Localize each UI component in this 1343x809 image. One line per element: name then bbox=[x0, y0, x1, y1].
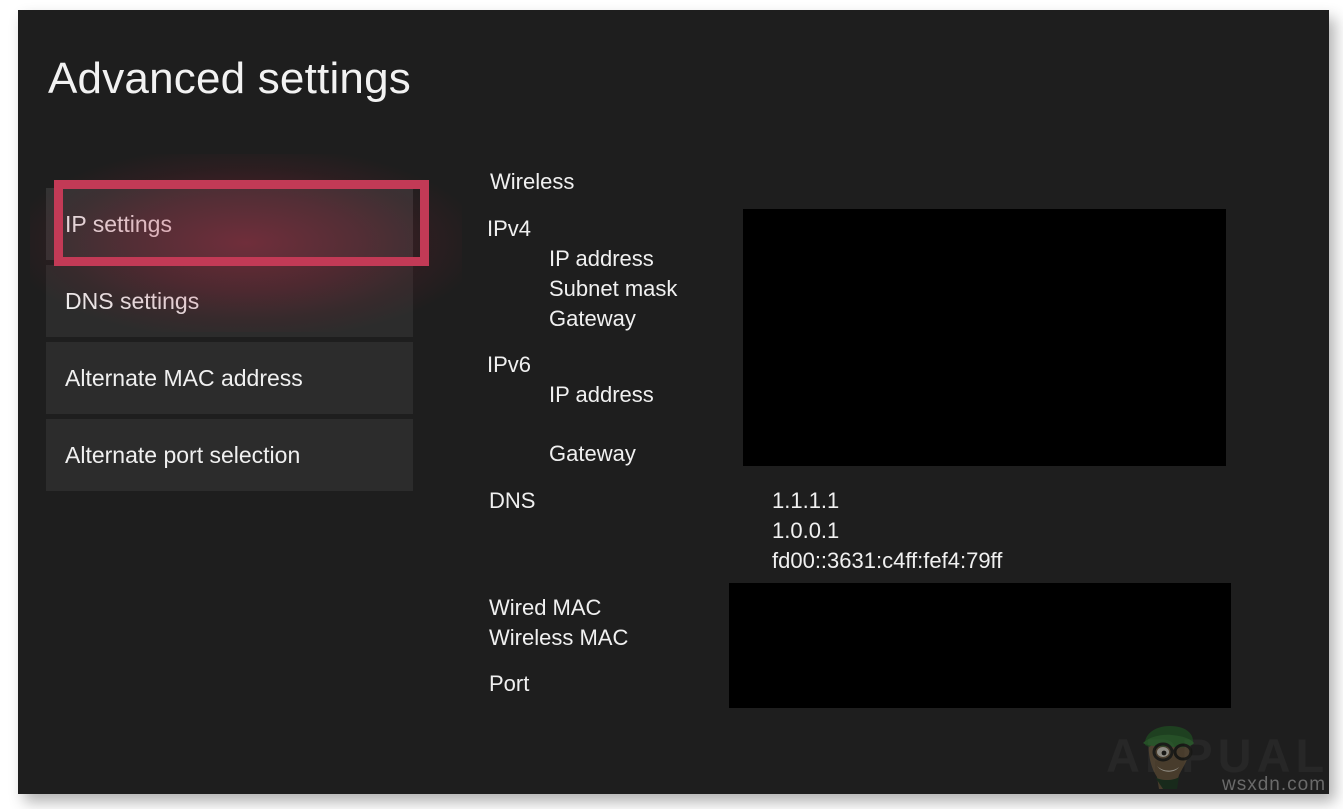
site-watermark: wsxdn.com bbox=[1222, 774, 1326, 794]
screenshot-root: Advanced settings IP settings DNS settin… bbox=[0, 0, 1343, 809]
sidebar-item-label: Alternate port selection bbox=[46, 442, 300, 469]
sidebar-item-label: Alternate MAC address bbox=[46, 365, 303, 392]
dns-server-2: 1.0.0.1 bbox=[772, 518, 839, 544]
sidebar-item-dns-settings[interactable]: DNS settings bbox=[46, 265, 413, 337]
ipv6-heading: IPv6 bbox=[487, 352, 531, 378]
settings-sidebar: IP settings DNS settings Alternate MAC a… bbox=[46, 188, 413, 496]
xbox-advanced-settings-screen: Advanced settings IP settings DNS settin… bbox=[18, 10, 1329, 794]
dns-server-1: 1.1.1.1 bbox=[772, 488, 839, 514]
sidebar-item-alternate-port-selection[interactable]: Alternate port selection bbox=[46, 419, 413, 491]
sidebar-item-alternate-mac-address[interactable]: Alternate MAC address bbox=[46, 342, 413, 414]
network-details-pane: Wireless IPv4 IP address Subnet mask Gat… bbox=[473, 10, 1323, 794]
mac-port-values-redaction bbox=[729, 583, 1231, 708]
port-label: Port bbox=[489, 671, 529, 697]
appuals-mascot-icon bbox=[1139, 723, 1201, 789]
ipv6-gateway-label: Gateway bbox=[487, 441, 636, 467]
ipv6-ip-address-label: IP address bbox=[487, 382, 654, 408]
ip-values-redaction bbox=[743, 209, 1226, 466]
sidebar-item-label: IP settings bbox=[46, 211, 172, 238]
ipv4-heading: IPv4 bbox=[487, 216, 531, 242]
ipv4-gateway-label: Gateway bbox=[487, 306, 636, 332]
page-title: Advanced settings bbox=[48, 54, 411, 104]
sidebar-item-label: DNS settings bbox=[46, 288, 199, 315]
dns-label: DNS bbox=[489, 488, 535, 514]
connection-type-label: Wireless bbox=[490, 169, 574, 195]
sidebar-item-ip-settings[interactable]: IP settings bbox=[46, 188, 413, 260]
wired-mac-label: Wired MAC bbox=[489, 595, 601, 621]
dns-server-3: fd00::3631:c4ff:fef4:79ff bbox=[772, 548, 1002, 574]
ipv4-subnet-mask-label: Subnet mask bbox=[487, 276, 677, 302]
ipv4-ip-address-label: IP address bbox=[487, 246, 654, 272]
wireless-mac-label: Wireless MAC bbox=[489, 625, 628, 651]
